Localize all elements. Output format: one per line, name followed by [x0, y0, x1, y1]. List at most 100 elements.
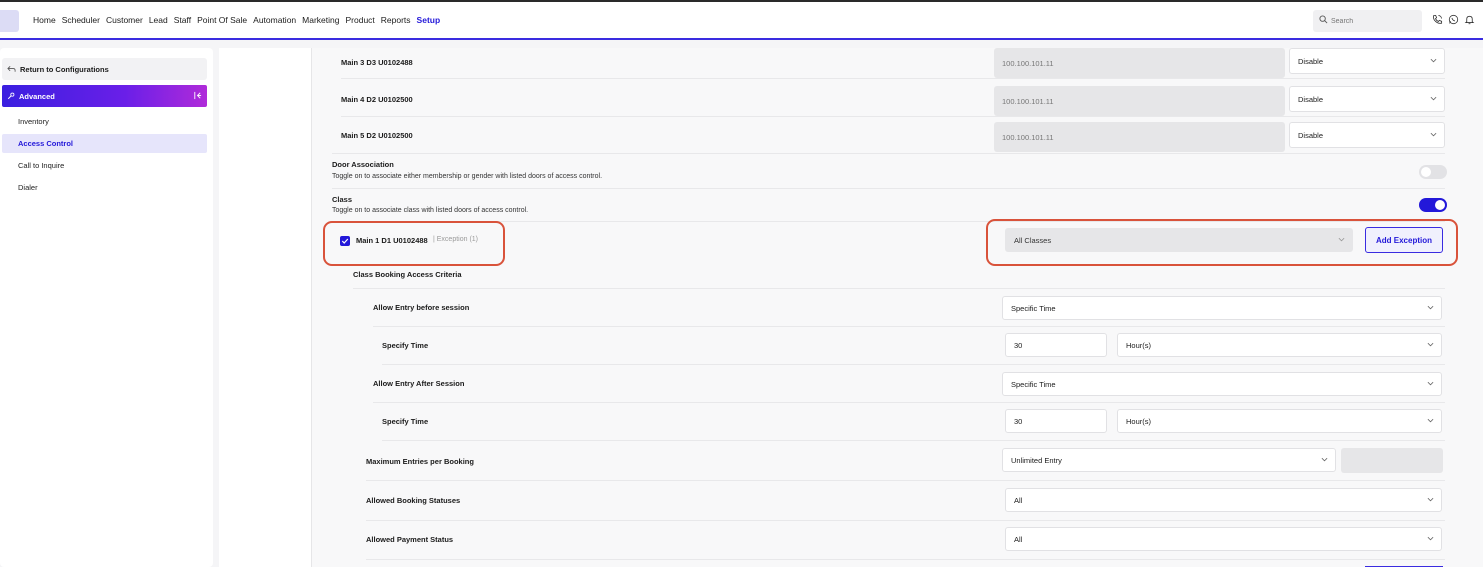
select-value: All — [1014, 534, 1023, 544]
access-control-panel: Main 3 D3 U0102488 100.100.101.11 Disabl… — [311, 48, 1483, 567]
door-ip-field: 100.100.101.11 — [994, 48, 1285, 78]
row-divider — [353, 288, 1445, 289]
row-divider — [373, 402, 1445, 403]
door-status-value: Disable — [1298, 130, 1324, 140]
sidebar-item-call-to-inquire[interactable]: Call to Inquire — [2, 156, 207, 175]
select-value: Unlimited Entry — [1011, 455, 1062, 465]
criteria-label: Specify Time — [382, 417, 429, 426]
toggle-knob — [1435, 200, 1445, 210]
class-toggle[interactable] — [1419, 198, 1447, 212]
search-icon — [1319, 15, 1328, 24]
row-divider — [366, 559, 1445, 560]
nav-point-of-sale[interactable]: Point Of Sale — [197, 15, 247, 25]
search-box[interactable] — [1313, 10, 1422, 32]
booking-statuses-select[interactable]: All — [1005, 488, 1442, 512]
time-unit-select[interactable]: Hour(s) — [1117, 409, 1442, 433]
specify-time-input[interactable]: 30 — [1005, 333, 1107, 357]
criteria-title: Class Booking Access Criteria — [353, 270, 462, 279]
sidebar-section-advanced[interactable]: Advanced — [2, 85, 207, 107]
chevron-down-icon — [1430, 96, 1437, 101]
door-association-title: Door Association — [332, 160, 394, 169]
select-value: All — [1014, 495, 1023, 505]
sidebar-section-label: Advanced — [19, 91, 55, 101]
return-arrow-icon — [7, 66, 16, 72]
highlight-annotation — [323, 221, 505, 266]
return-to-configurations-button[interactable]: Return to Configurations — [2, 58, 207, 80]
door-name: Main 5 D2 U0102500 — [341, 131, 413, 140]
nav-customer[interactable]: Customer — [106, 15, 143, 25]
chevron-down-icon — [1427, 497, 1434, 502]
specify-time-input[interactable]: 30 — [1005, 409, 1107, 433]
whatsapp-icon[interactable] — [1448, 14, 1459, 25]
bell-icon[interactable] — [1464, 14, 1475, 25]
nav-lead[interactable]: Lead — [149, 15, 168, 25]
select-value: Specific Time — [1011, 303, 1056, 313]
phone-icon[interactable] — [1432, 14, 1443, 25]
nav-home[interactable]: Home — [33, 15, 56, 25]
highlight-annotation — [986, 219, 1458, 266]
row-divider — [341, 116, 1445, 117]
row-divider — [366, 520, 1445, 521]
chevron-down-icon — [1427, 418, 1434, 423]
row-divider — [341, 78, 1445, 79]
door-association-toggle[interactable] — [1419, 165, 1447, 179]
criteria-label: Allow Entry After Session — [373, 379, 465, 388]
collapse-icon[interactable] — [193, 91, 202, 100]
chevron-down-icon — [1430, 58, 1437, 63]
entry-before-select[interactable]: Specific Time — [1002, 296, 1442, 320]
select-value: Hour(s) — [1126, 340, 1152, 350]
criteria-label: Specify Time — [382, 341, 429, 350]
door-ip-field: 100.100.101.11 — [994, 86, 1285, 116]
wrench-icon — [7, 92, 15, 100]
row-divider — [382, 364, 1445, 365]
door-status-select[interactable]: Disable — [1289, 86, 1445, 112]
criteria-label: Allowed Payment Status — [366, 535, 454, 544]
door-name: Main 4 D2 U0102500 — [341, 95, 413, 104]
chevron-down-icon — [1321, 457, 1328, 462]
select-value: Specific Time — [1011, 379, 1056, 389]
nav-reports[interactable]: Reports — [381, 15, 411, 25]
top-nav-bar: Home Scheduler Customer Lead Staff Point… — [0, 0, 1483, 40]
door-status-select[interactable]: Disable — [1289, 122, 1445, 148]
max-entries-count-field — [1341, 448, 1443, 473]
nav-setup[interactable]: Setup — [417, 15, 441, 25]
nav-automation[interactable]: Automation — [253, 15, 296, 25]
sidebar-item-dialer[interactable]: Dialer — [2, 178, 207, 197]
class-description: Toggle on to associate class with listed… — [332, 207, 529, 214]
main-nav: Home Scheduler Customer Lead Staff Point… — [33, 15, 440, 25]
sidebar: Return to Configurations Advanced Invent… — [0, 48, 213, 567]
criteria-label: Allow Entry before session — [373, 303, 470, 312]
nav-marketing[interactable]: Marketing — [302, 15, 339, 25]
time-unit-select[interactable]: Hour(s) — [1117, 333, 1442, 357]
row-divider — [332, 153, 1445, 154]
chevron-down-icon — [1430, 132, 1437, 137]
door-status-value: Disable — [1298, 94, 1324, 104]
sidebar-item-inventory[interactable]: Inventory — [2, 112, 207, 131]
app-logo[interactable] — [0, 10, 19, 32]
row-divider — [332, 188, 1445, 189]
door-association-description: Toggle on to associate either membership… — [332, 173, 603, 180]
door-name: Main 3 D3 U0102488 — [341, 58, 413, 67]
top-icons — [1432, 14, 1475, 25]
payment-status-select[interactable]: All — [1005, 527, 1442, 551]
door-status-select[interactable]: Disable — [1289, 48, 1445, 74]
search-input[interactable] — [1331, 14, 1417, 28]
door-status-value: Disable — [1298, 56, 1324, 66]
chevron-down-icon — [1427, 305, 1434, 310]
chevron-down-icon — [1427, 536, 1434, 541]
nav-product[interactable]: Product — [345, 15, 374, 25]
sidebar-item-access-control[interactable]: Access Control — [2, 134, 207, 153]
nav-scheduler[interactable]: Scheduler — [62, 15, 100, 25]
return-label: Return to Configurations — [20, 64, 109, 74]
max-entries-select[interactable]: Unlimited Entry — [1002, 448, 1336, 472]
criteria-label: Allowed Booking Statuses — [366, 496, 461, 505]
main-content: Main 3 D3 U0102488 100.100.101.11 Disabl… — [219, 48, 1483, 567]
row-divider — [373, 326, 1445, 327]
entry-after-select[interactable]: Specific Time — [1002, 372, 1442, 396]
criteria-label: Maximum Entries per Booking — [366, 457, 474, 466]
nav-staff[interactable]: Staff — [174, 15, 191, 25]
toggle-knob — [1421, 167, 1431, 177]
select-value: Hour(s) — [1126, 416, 1152, 426]
chevron-down-icon — [1427, 381, 1434, 386]
row-divider — [366, 480, 1445, 481]
